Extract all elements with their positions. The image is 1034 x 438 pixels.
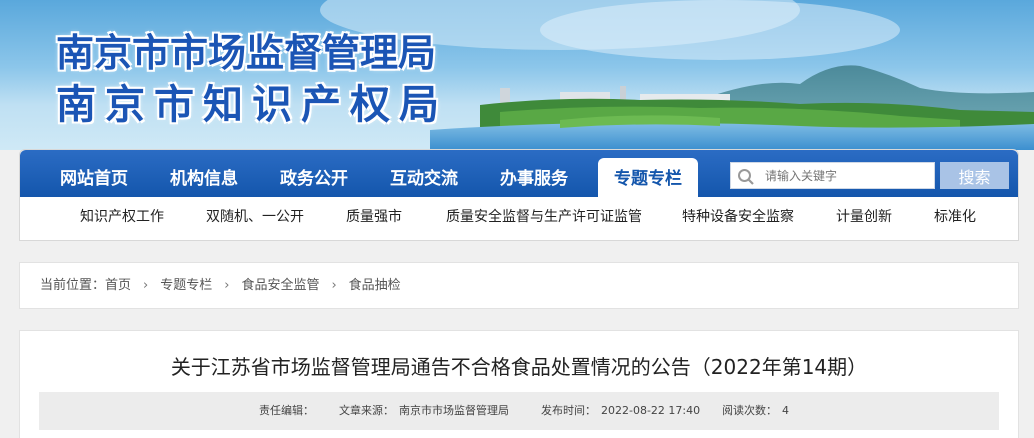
sub-nav-double-random[interactable]: 双随机、一公开 bbox=[206, 197, 304, 241]
views-label: 阅读次数： bbox=[722, 404, 777, 417]
nav-item-public-affairs[interactable]: 政务公开 bbox=[264, 150, 364, 197]
nav-item-special-topics[interactable]: 专题专栏 bbox=[598, 158, 698, 198]
chevron-right-icon: › bbox=[224, 278, 230, 293]
navigation: 网站首页 机构信息 政务公开 互动交流 办事服务 专题专栏 搜索 知识产权工作 … bbox=[19, 149, 1019, 241]
breadcrumb-food-sampling[interactable]: 食品抽检 bbox=[349, 278, 401, 293]
main-nav-bar: 网站首页 机构信息 政务公开 互动交流 办事服务 专题专栏 搜索 bbox=[20, 150, 1018, 198]
breadcrumb: 当前位置：首页 › 专题专栏 › 食品安全监管 › 食品抽检 bbox=[40, 263, 401, 308]
sub-nav-ip-work[interactable]: 知识产权工作 bbox=[80, 197, 164, 241]
site-banner: 南京市市场监督管理局 南京市知识产权局 bbox=[0, 0, 1034, 150]
sub-nav-quality-city[interactable]: 质量强市 bbox=[346, 197, 402, 241]
search-button[interactable]: 搜索 bbox=[940, 162, 1009, 189]
editor-label: 责任编辑： bbox=[259, 404, 314, 417]
sub-nav-bar: 知识产权工作 双随机、一公开 质量强市 质量安全监督与生产许可证监管 特种设备安… bbox=[20, 197, 1018, 241]
source-value: 南京市市场监督管理局 bbox=[399, 404, 509, 417]
nav-item-interaction[interactable]: 互动交流 bbox=[374, 150, 474, 197]
sub-nav-quality-safety[interactable]: 质量安全监督与生产许可证监管 bbox=[446, 197, 642, 241]
source-label: 文章来源： bbox=[339, 404, 394, 417]
article-meta-bar: 责任编辑： 文章来源： 南京市市场监督管理局 发布时间： 2022-08-22 … bbox=[39, 392, 999, 430]
chevron-right-icon: › bbox=[143, 278, 149, 293]
breadcrumb-food-safety[interactable]: 食品安全监管 bbox=[241, 278, 319, 293]
search-icon bbox=[738, 169, 754, 185]
sub-nav-standardization[interactable]: 标准化 bbox=[934, 197, 976, 241]
nav-item-home[interactable]: 网站首页 bbox=[44, 150, 144, 197]
article-container: 关于江苏省市场监督管理局通告不合格食品处置情况的公告（2022年第14期） 责任… bbox=[19, 330, 1019, 438]
date-label: 发布时间： bbox=[541, 404, 596, 417]
site-title-line2: 南京市知识产权局 bbox=[56, 81, 448, 128]
sub-nav-special-equipment[interactable]: 特种设备安全监察 bbox=[682, 197, 794, 241]
article-title: 关于江苏省市场监督管理局通告不合格食品处置情况的公告（2022年第14期） bbox=[170, 355, 868, 379]
breadcrumb-special-topics[interactable]: 专题专栏 bbox=[160, 278, 212, 293]
site-title-line1: 南京市市场监督管理局 bbox=[56, 30, 437, 75]
breadcrumb-home[interactable]: 首页 bbox=[105, 278, 131, 293]
sub-nav-metrology[interactable]: 计量创新 bbox=[836, 197, 892, 241]
nav-item-services[interactable]: 办事服务 bbox=[484, 150, 584, 197]
search-input[interactable] bbox=[765, 163, 933, 188]
breadcrumb-container: 当前位置：首页 › 专题专栏 › 食品安全监管 › 食品抽检 bbox=[19, 262, 1019, 309]
search-box bbox=[730, 162, 935, 189]
date-value: 2022-08-22 17:40 bbox=[601, 404, 701, 417]
views-value: 4 bbox=[782, 404, 789, 417]
chevron-right-icon: › bbox=[331, 278, 337, 293]
nav-item-organization[interactable]: 机构信息 bbox=[154, 150, 254, 197]
breadcrumb-prefix: 当前位置： bbox=[40, 278, 106, 293]
